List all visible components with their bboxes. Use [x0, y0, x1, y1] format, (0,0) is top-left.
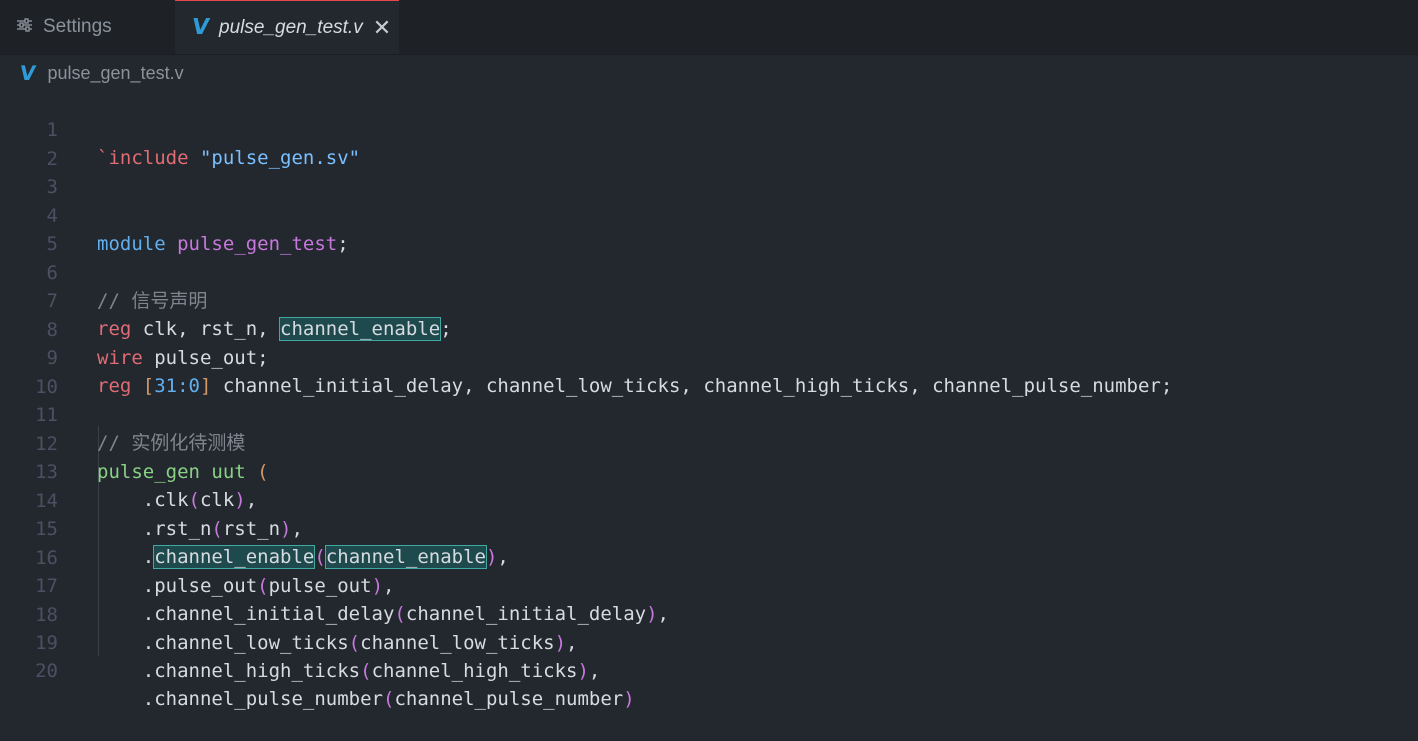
token: channel_high_ticks: [371, 660, 578, 682]
tab-file-label: pulse_gen_test.v: [219, 16, 363, 38]
code-line-17: 17 .channel_initial_delay(channel_initia…: [0, 544, 1418, 625]
token: .channel_high_ticks: [97, 660, 361, 682]
code-line-1: 1 `include "pulse_gen.sv": [0, 88, 1418, 169]
code-line-8: 8 wire pulse_out;: [0, 288, 1418, 369]
tab-bar: Settings V pulse_gen_test.v ✕: [0, 0, 1418, 55]
code-line-19: 19 .channel_high_ticks(channel_high_tick…: [0, 601, 1418, 682]
code-line-9: 9 reg [31:0] channel_initial_delay, chan…: [0, 316, 1418, 397]
code-line-11: 11 // 实例化待测模: [0, 373, 1418, 454]
tab-pulse-gen-test[interactable]: V pulse_gen_test.v ✕: [175, 0, 399, 54]
token: .channel_pulse_number: [97, 688, 383, 710]
token: channel_pulse_number: [394, 688, 624, 710]
verilog-file-icon: V: [18, 61, 38, 85]
code-line-15: 15 .channel_enable(channel_enable),: [0, 487, 1418, 569]
code-line-10: 10: [0, 345, 1418, 398]
code-editor[interactable]: 1 `include "pulse_gen.sv" 2 3 4 module p…: [0, 88, 1418, 710]
breadcrumb-file[interactable]: pulse_gen_test.v: [47, 63, 183, 84]
code-line-13: 13 .clk(clk),: [0, 430, 1418, 511]
code-line-14: 14 .rst_n(rst_n),: [0, 459, 1418, 540]
tab-settings-label: Settings: [43, 16, 112, 37]
close-icon[interactable]: ✕: [368, 14, 396, 42]
code-line-5: 5: [0, 202, 1418, 255]
breadcrumb: V pulse_gen_test.v: [18, 59, 183, 87]
code-line-3: 3: [0, 145, 1418, 198]
code-line-18: 18 .channel_low_ticks(channel_low_ticks)…: [0, 573, 1418, 654]
line-number: 20: [35, 660, 58, 682]
code-line-7: 7 reg clk, rst_n, channel_enable;: [0, 259, 1418, 341]
token: ,: [588, 660, 601, 682]
code-line-12: 12 pulse_gen uut (: [0, 402, 1418, 483]
tab-settings[interactable]: Settings: [0, 0, 175, 54]
code-line-2: 2: [0, 117, 1418, 170]
code-line-16: 16 .pulse_out(pulse_out),: [0, 516, 1418, 597]
verilog-file-icon: V: [190, 15, 211, 40]
settings-sliders-icon: [16, 16, 34, 38]
code-line-6: 6 // 信号声明: [0, 231, 1418, 312]
code-line-20: 20 .channel_pulse_number(channel_pulse_n…: [0, 629, 1418, 710]
code-line-4: 4 module pulse_gen_test;: [0, 174, 1418, 255]
